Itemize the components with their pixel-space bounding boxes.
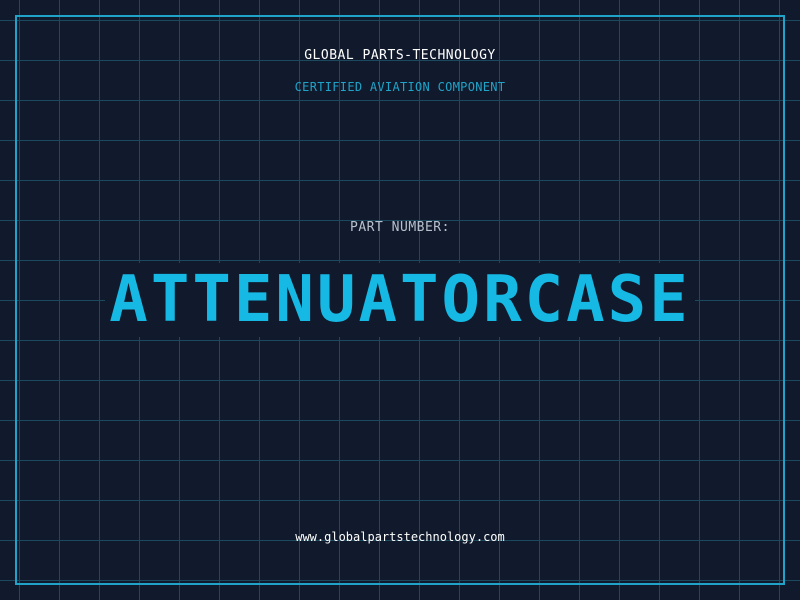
part-number-block: ATTENUATORCASE — [0, 262, 800, 338]
website-url: www.globalpartstechnology.com — [295, 530, 505, 544]
part-number-value: ATTENUATORCASE — [105, 263, 695, 337]
certification-subtitle: CERTIFIED AVIATION COMPONENT — [294, 80, 506, 94]
company-name: GLOBAL PARTS-TECHNOLOGY — [304, 48, 496, 63]
part-number-label: PART NUMBER: — [350, 220, 450, 235]
